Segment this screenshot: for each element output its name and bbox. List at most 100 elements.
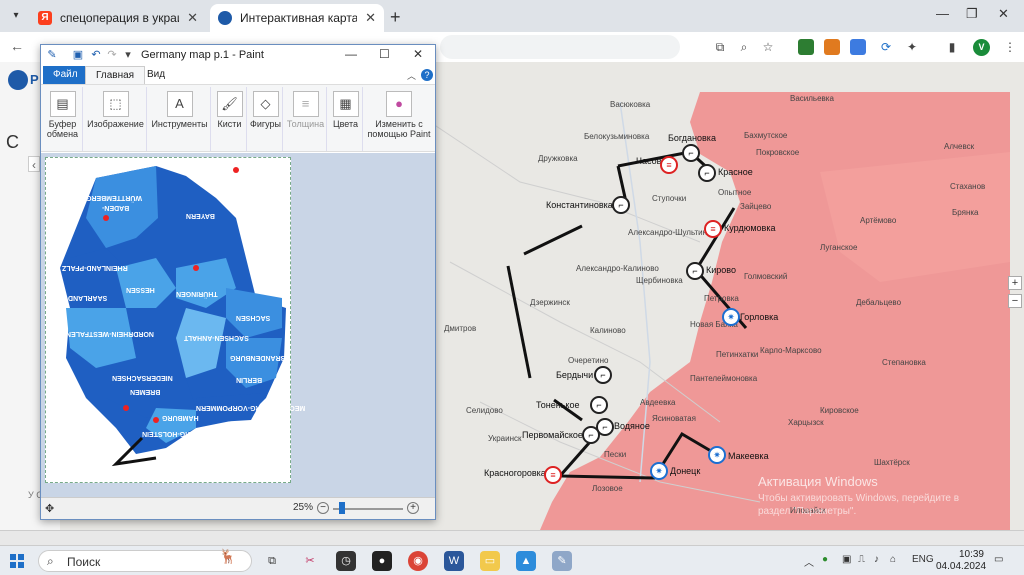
city-label[interactable]: Васюковка	[610, 100, 650, 109]
paint-maximize-icon[interactable]: ☐	[379, 47, 390, 61]
paint-titlebar[interactable]: ✎ ▣ ↶ ↷ ▾ Germany map p.1 - Paint — ☐ ✕	[41, 45, 435, 65]
chrome-icon[interactable]: ◉	[408, 551, 428, 571]
map-zoom-out-button[interactable]: −	[1008, 294, 1022, 308]
city-label[interactable]: Селидово	[466, 406, 503, 415]
photos-icon[interactable]: ▲	[516, 551, 536, 571]
city-label[interactable]: Кировское	[820, 406, 859, 415]
paint-close-icon[interactable]: ✕	[413, 47, 423, 61]
city-label[interactable]: Зайцево	[740, 202, 771, 211]
city-label[interactable]: Донецк	[670, 466, 700, 476]
sync-icon[interactable]: ⟳	[878, 39, 894, 55]
quick-access-dropdown-icon[interactable]: ▾	[121, 48, 135, 62]
city-label[interactable]: Бахмутское	[744, 131, 787, 140]
collapse-ribbon-icon[interactable]: ︿	[407, 69, 416, 82]
notifications-icon[interactable]: ▭	[994, 554, 1003, 565]
close-window-icon[interactable]: ✕	[998, 6, 1009, 22]
city-label[interactable]: Ступочки	[652, 194, 686, 203]
ribbon-group-clipboard[interactable]: ▤ Буфер обмена	[43, 87, 83, 151]
city-label[interactable]: Брянка	[952, 208, 978, 217]
paint-taskbar-icon[interactable]: ✎	[552, 551, 572, 571]
city-label[interactable]: Луганское	[820, 243, 857, 252]
undo-icon[interactable]: ↶	[89, 48, 103, 62]
save-icon[interactable]: ▣	[71, 48, 85, 62]
address-bar[interactable]	[440, 35, 680, 59]
back-arrow-icon[interactable]: ←	[10, 38, 24, 54]
city-label[interactable]: Петинхатки	[716, 350, 758, 359]
city-label[interactable]: Лозовое	[592, 484, 623, 493]
snipping-tool-icon[interactable]: ✂	[300, 551, 320, 571]
city-label[interactable]: Украинск	[488, 434, 522, 443]
city-label[interactable]: Щербиновка	[636, 276, 683, 285]
tab-close-icon[interactable]: ✕	[365, 10, 376, 26]
redo-icon[interactable]: ↷	[105, 48, 119, 62]
explosion-marker-icon[interactable]: ✷	[708, 446, 726, 464]
paint-canvas-area[interactable]: WÜRTTEMBERG BADEN- BAYERN RHEINLAND-PFAL…	[41, 153, 435, 497]
city-label[interactable]: Дружковка	[538, 154, 578, 163]
city-label[interactable]: Богдановка	[668, 133, 716, 143]
city-label[interactable]: Алчевск	[944, 142, 974, 151]
help-icon[interactable]: ?	[421, 69, 433, 81]
city-label[interactable]: Дебальцево	[856, 298, 901, 307]
page-horizontal-scrollbar[interactable]	[0, 530, 1024, 545]
military-marker-icon[interactable]: ⌐	[590, 396, 608, 414]
tab-close-icon[interactable]: ✕	[187, 10, 198, 26]
city-label[interactable]: Красногоровка	[484, 468, 546, 478]
city-label[interactable]: Кирово	[706, 265, 736, 275]
city-label[interactable]: Карло-Марксово	[760, 346, 822, 355]
city-label[interactable]: Покровское	[756, 148, 799, 157]
clock-app-icon[interactable]: ◷	[336, 551, 356, 571]
network-icon[interactable]: ⌂	[890, 554, 896, 565]
new-tab-button[interactable]: +	[390, 7, 401, 28]
city-label[interactable]: Голмовский	[744, 272, 787, 281]
military-marker-icon[interactable]: ⌐	[698, 164, 716, 182]
ribbon-group-colors[interactable]: ▦ Цвета	[329, 87, 363, 151]
city-label[interactable]: Александро-Шультино	[628, 228, 712, 237]
restore-icon[interactable]: ❐	[966, 6, 978, 22]
city-label[interactable]: Стаханов	[950, 182, 985, 191]
city-label[interactable]: Васильевка	[790, 94, 834, 103]
tab-view[interactable]: Вид	[137, 66, 175, 84]
ribbon-group-brushes[interactable]: 🖌 Кисти	[213, 87, 247, 151]
city-label[interactable]: Харцызск	[788, 418, 824, 427]
install-app-icon[interactable]: ⧉	[712, 39, 728, 55]
word-icon[interactable]: W	[444, 551, 464, 571]
language-indicator[interactable]: ENG	[912, 554, 934, 565]
tab-search-menu-button[interactable]: ▾	[6, 6, 26, 26]
tray-chevron-icon[interactable]: ︿	[804, 554, 814, 569]
city-label[interactable]: Дмитров	[444, 324, 476, 333]
explosion-marker-icon[interactable]: ✷	[650, 462, 668, 480]
chevron-left-icon[interactable]: ‹	[28, 156, 40, 172]
zoom-out-button[interactable]: −	[317, 502, 329, 514]
tab-file[interactable]: Файл	[43, 66, 88, 84]
military-marker-icon[interactable]: ⌐	[594, 366, 612, 384]
tab-interactive-map[interactable]: Интерактивная карта спецопе ✕	[210, 4, 384, 32]
minimize-icon[interactable]: —	[936, 6, 949, 21]
taskbar-clock[interactable]: 10:39 04.04.2024	[936, 549, 986, 573]
file-explorer-icon[interactable]: ▭	[480, 551, 500, 571]
city-label[interactable]: Константиновка	[546, 200, 613, 210]
ribbon-group-image[interactable]: ⬚ Изображение	[85, 87, 147, 151]
city-label[interactable]: Красное	[718, 167, 753, 177]
city-label[interactable]: Курдюмовка	[724, 223, 775, 233]
strike-marker-icon[interactable]: ≡	[544, 466, 562, 484]
metamask-icon[interactable]	[824, 39, 840, 55]
city-label[interactable]: Горловка	[740, 312, 778, 322]
military-marker-icon[interactable]: ⌐	[582, 426, 600, 444]
city-label[interactable]: Петровка	[704, 294, 739, 303]
city-label[interactable]: Степановка	[882, 358, 926, 367]
tab-yandex-search[interactable]: Я спецоперация в украине — Я ✕	[30, 4, 206, 32]
city-label[interactable]: Водяное	[614, 421, 650, 431]
menu-dots-icon[interactable]: ⋮	[1002, 39, 1018, 55]
city-label[interactable]: Авдеевка	[640, 398, 675, 407]
city-label[interactable]: Пески	[604, 450, 626, 459]
military-marker-icon[interactable]: ⌐	[612, 196, 630, 214]
city-label[interactable]: Опытное	[718, 188, 751, 197]
city-label[interactable]: Шахтёрск	[874, 458, 910, 467]
task-view-icon[interactable]: ⧉	[262, 551, 282, 571]
ribbon-group-tools[interactable]: A Инструменты	[149, 87, 211, 151]
city-label[interactable]: Александро-Калиново	[576, 264, 659, 273]
city-label[interactable]: Макеевка	[728, 451, 769, 461]
tray-camera-icon[interactable]: ▣	[842, 554, 851, 565]
military-marker-icon[interactable]: ⌐	[682, 144, 700, 162]
extensions-puzzle-icon[interactable]: ✦	[904, 39, 920, 55]
